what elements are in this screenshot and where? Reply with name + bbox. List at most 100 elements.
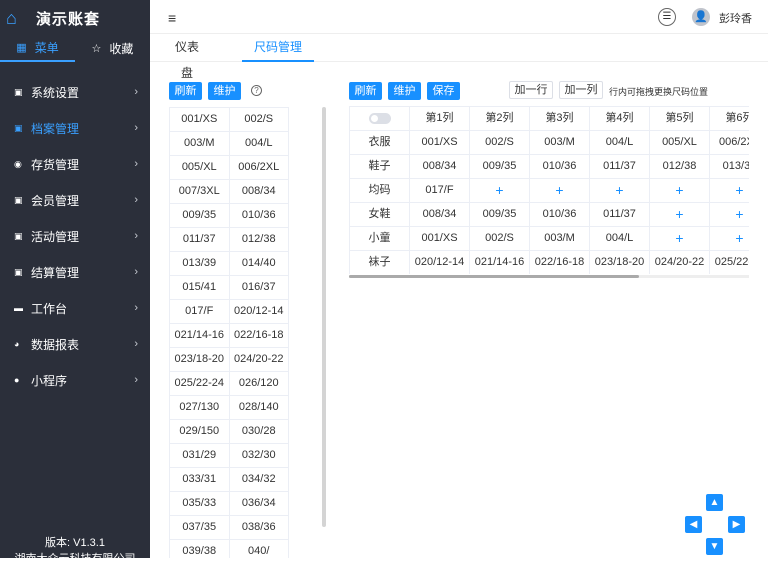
add-size-icon[interactable]: + xyxy=(650,179,710,203)
size-cell[interactable]: 027/130 xyxy=(170,396,230,420)
grid-size-cell[interactable]: 021/14-16 xyxy=(470,251,530,274)
avatar[interactable]: 👤 xyxy=(692,8,710,26)
sidebar-item-5[interactable]: ▣ 活动管理 › xyxy=(0,218,150,254)
size-cell[interactable]: 015/41 xyxy=(170,276,230,300)
size-cell[interactable]: 020/12-14 xyxy=(229,300,289,324)
size-cell[interactable]: 009/35 xyxy=(170,204,230,228)
fold-sidebar-icon[interactable]: ≡ xyxy=(168,10,176,26)
nav-left-icon[interactable]: ◀ xyxy=(685,516,702,533)
size-cell[interactable]: 037/35 xyxy=(170,516,230,540)
size-cell[interactable]: 025/22-24 xyxy=(170,372,230,396)
size-cell[interactable]: 002/S xyxy=(229,108,289,132)
size-cell[interactable]: 005/XL xyxy=(170,156,230,180)
size-cell[interactable]: 014/40 xyxy=(229,252,289,276)
grid-size-cell[interactable]: 010/36 xyxy=(530,155,590,179)
size-cell[interactable]: 003/M xyxy=(170,132,230,156)
grid-size-cell[interactable]: 013/39 xyxy=(710,155,749,179)
right-refresh-button[interactable]: 刷新 xyxy=(349,82,382,100)
size-cell[interactable]: 036/34 xyxy=(229,492,289,516)
size-cell[interactable]: 013/39 xyxy=(170,252,230,276)
grid-size-cell[interactable]: 017/F xyxy=(410,179,470,203)
size-cell[interactable]: 016/37 xyxy=(229,276,289,300)
right-maintain-button[interactable]: 维护 xyxy=(388,82,421,100)
grid-size-cell[interactable]: 009/35 xyxy=(470,155,530,179)
grid-size-cell[interactable]: 002/S xyxy=(470,227,530,251)
grid-size-cell[interactable]: 024/20-22 xyxy=(650,251,710,274)
size-cell[interactable]: 038/36 xyxy=(229,516,289,540)
size-cell[interactable]: 007/3XL xyxy=(170,180,230,204)
grid-size-cell[interactable]: 006/2XL xyxy=(710,131,749,155)
left-maintain-button[interactable]: 维护 xyxy=(208,82,241,100)
grid-size-cell[interactable]: 011/37 xyxy=(590,203,650,227)
grid-size-cell[interactable]: 009/35 xyxy=(470,203,530,227)
size-cell[interactable]: 039/38 xyxy=(170,540,230,558)
grid-size-cell[interactable]: 004/L xyxy=(590,131,650,155)
size-cell[interactable]: 004/L xyxy=(229,132,289,156)
size-cell[interactable]: 032/30 xyxy=(229,444,289,468)
size-cell[interactable]: 035/33 xyxy=(170,492,230,516)
add-size-icon[interactable]: + xyxy=(710,179,749,203)
grid-size-cell[interactable]: 003/M xyxy=(530,131,590,155)
sidebar-item-1[interactable]: ▣ 系统设置 › xyxy=(0,74,150,110)
sidebar-item-7[interactable]: ▬ 工作台 › xyxy=(0,290,150,326)
scroll-thumb[interactable] xyxy=(349,275,639,278)
add-row-button[interactable]: 加一行 xyxy=(509,81,553,99)
add-size-icon[interactable]: + xyxy=(470,179,530,203)
sidebar-item-4[interactable]: ▣ 会员管理 › xyxy=(0,182,150,218)
add-size-icon[interactable]: + xyxy=(590,179,650,203)
sidebar-item-6[interactable]: ▣ 结算管理 › xyxy=(0,254,150,290)
grid-size-cell[interactable]: 004/L xyxy=(590,227,650,251)
left-refresh-button[interactable]: 刷新 xyxy=(169,82,202,100)
grid-size-cell[interactable]: 012/38 xyxy=(650,155,710,179)
add-size-icon[interactable]: + xyxy=(710,203,749,227)
size-cell[interactable]: 026/120 xyxy=(229,372,289,396)
size-cell[interactable]: 006/2XL xyxy=(229,156,289,180)
grid-size-cell[interactable]: 025/22-24 xyxy=(710,251,749,274)
size-cell[interactable]: 034/32 xyxy=(229,468,289,492)
nav-down-icon[interactable]: ▼ xyxy=(706,538,723,555)
menu-icon[interactable]: ☰ xyxy=(658,8,676,26)
sidebar-tab-favorites[interactable]: ☆ 收藏 xyxy=(75,34,150,62)
sidebar-item-3[interactable]: ◉ 存货管理 › xyxy=(0,146,150,182)
sidebar-tab-menu[interactable]: ▦ 菜单 xyxy=(0,34,75,62)
grid-size-cell[interactable]: 001/XS xyxy=(410,227,470,251)
add-size-icon[interactable]: + xyxy=(650,203,710,227)
size-cell[interactable]: 021/14-16 xyxy=(170,324,230,348)
add-size-icon[interactable]: + xyxy=(650,227,710,251)
nav-up-icon[interactable]: ▲ xyxy=(706,494,723,511)
grid-size-cell[interactable]: 008/34 xyxy=(410,155,470,179)
add-size-icon[interactable]: + xyxy=(530,179,590,203)
grid-size-cell[interactable]: 011/37 xyxy=(590,155,650,179)
user-name[interactable]: 彭玲香 xyxy=(719,10,752,26)
size-cell[interactable]: 012/38 xyxy=(229,228,289,252)
size-cell[interactable]: 024/20-22 xyxy=(229,348,289,372)
save-button[interactable]: 保存 xyxy=(427,82,460,100)
grid-size-cell[interactable]: 010/36 xyxy=(530,203,590,227)
grid-size-cell[interactable]: 003/M xyxy=(530,227,590,251)
sidebar-item-9[interactable]: ● 小程序 › xyxy=(0,362,150,398)
toggle-switch[interactable] xyxy=(368,112,391,124)
grid-size-cell[interactable]: 008/34 xyxy=(410,203,470,227)
tab-dashboard[interactable]: 仪表盘 xyxy=(170,34,204,80)
grid-size-cell[interactable]: 002/S xyxy=(470,131,530,155)
size-cell[interactable]: 023/18-20 xyxy=(170,348,230,372)
size-cell[interactable]: 031/29 xyxy=(170,444,230,468)
size-cell[interactable]: 033/31 xyxy=(170,468,230,492)
add-size-icon[interactable]: + xyxy=(710,227,749,251)
grid-size-cell[interactable]: 001/XS xyxy=(410,131,470,155)
add-column-button[interactable]: 加一列 xyxy=(559,81,603,99)
horizontal-scrollbar[interactable] xyxy=(349,275,749,278)
size-cell[interactable]: 030/28 xyxy=(229,420,289,444)
size-cell[interactable]: 001/XS xyxy=(170,108,230,132)
grid-size-cell[interactable]: 022/16-18 xyxy=(530,251,590,274)
size-cell[interactable]: 010/36 xyxy=(229,204,289,228)
nav-right-icon[interactable]: ▶ xyxy=(728,516,745,533)
help-icon[interactable]: ? xyxy=(251,85,262,96)
grid-size-cell[interactable]: 023/18-20 xyxy=(590,251,650,274)
tab-size-management[interactable]: 尺码管理 xyxy=(242,34,314,62)
size-cell[interactable]: 040/ xyxy=(230,540,289,558)
sidebar-item-2[interactable]: ▣ 档案管理 › xyxy=(0,110,150,146)
size-cell[interactable]: 028/140 xyxy=(229,396,289,420)
vertical-scrollbar[interactable] xyxy=(322,107,326,527)
size-cell[interactable]: 022/16-18 xyxy=(229,324,289,348)
